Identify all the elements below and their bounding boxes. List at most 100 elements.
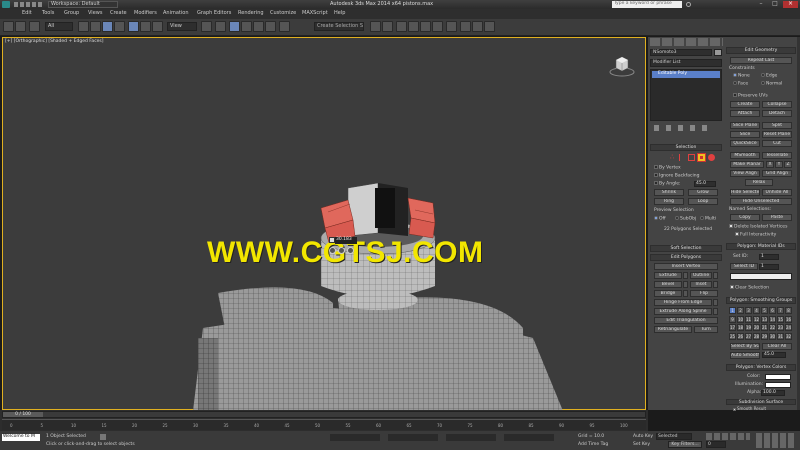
move-icon[interactable]	[128, 21, 139, 32]
quick-access-icons[interactable]	[14, 2, 44, 7]
planar-y-button[interactable]: Y	[775, 161, 783, 168]
time-slider-handle[interactable]: 0 / 100	[3, 412, 43, 417]
tessellate-button[interactable]: Tessellate	[762, 152, 792, 159]
loop-button[interactable]: Loop	[688, 198, 718, 205]
insert-vertex-button[interactable]: Insert Vertex	[654, 263, 718, 270]
by-angle-checkbox[interactable]: By Angle:	[654, 181, 681, 187]
smoothing-group-18[interactable]: 18	[737, 324, 744, 331]
menu-views[interactable]: Views	[88, 10, 102, 16]
constraint-edge-radio[interactable]: Edge	[761, 73, 777, 79]
curve-editor-icon[interactable]	[420, 21, 431, 32]
rotate-icon[interactable]	[140, 21, 151, 32]
grid-align-button[interactable]: Grid Align	[762, 170, 792, 177]
smoothing-group-28[interactable]: 28	[753, 332, 760, 340]
rect-selection-icon[interactable]	[102, 21, 113, 32]
smoothing-group-16[interactable]: 16	[785, 315, 792, 323]
object-name-field[interactable]: NSomoto3	[650, 49, 712, 56]
msmooth-button[interactable]: MSmooth	[730, 152, 760, 159]
planar-x-button[interactable]: X	[766, 161, 774, 168]
graphite-toggle-icon[interactable]	[408, 21, 419, 32]
render-production-icon[interactable]	[484, 21, 495, 32]
smoothing-group-15[interactable]: 15	[777, 315, 784, 323]
pivot-center-icon[interactable]	[201, 21, 212, 32]
piston-mesh-model[interactable]	[3, 38, 647, 411]
subobject-edge-icon[interactable]	[679, 154, 686, 161]
select-object-icon[interactable]	[78, 21, 89, 32]
smoothing-group-26[interactable]: 26	[737, 332, 744, 340]
material-name-dropdown[interactable]	[730, 273, 792, 280]
smoothing-group-27[interactable]: 27	[745, 332, 752, 340]
set-key-button[interactable]: Set Key	[633, 442, 650, 447]
ignore-backfacing-checkbox[interactable]: Ignore Backfacing	[654, 173, 699, 179]
maximize-button[interactable]: □	[769, 1, 781, 8]
rendered-frame-window-icon[interactable]	[472, 21, 483, 32]
perspective-viewport[interactable]: [+] [Orthographic] [Shaded + Edged Faces…	[2, 37, 647, 411]
smoothing-group-17[interactable]: 17	[729, 324, 736, 331]
subobject-polygon-icon[interactable]	[697, 153, 706, 162]
unhide-all-button[interactable]: Unhide All	[762, 189, 792, 196]
render-setup-icon[interactable]	[460, 21, 471, 32]
track-bar[interactable]: 0 5 10 15 20 25 30 35 40 45 50 55 60 65 70 75 80 85 90 95 10…	[2, 419, 646, 430]
menu-tools[interactable]: Tools	[42, 10, 54, 16]
extrude-spline-settings-button[interactable]	[713, 308, 718, 315]
inset-settings-button[interactable]	[713, 281, 718, 288]
by-vertex-checkbox[interactable]: By Vertex	[654, 165, 681, 171]
smoothing-group-7[interactable]: 7	[777, 307, 784, 314]
menu-group[interactable]: Group	[64, 10, 79, 16]
current-frame-field[interactable]: 0	[706, 441, 726, 448]
smoothing-group-5[interactable]: 5	[761, 307, 768, 314]
slice-button[interactable]: Slice	[730, 131, 760, 138]
app-logo-icon[interactable]	[2, 1, 10, 8]
paste-button[interactable]: Paste	[762, 214, 792, 221]
hide-selected-button[interactable]: Hide Selected	[730, 189, 760, 196]
menu-modifiers[interactable]: Modifiers	[134, 10, 157, 16]
relax-button[interactable]: Relax	[745, 179, 773, 186]
planar-z-button[interactable]: Z	[784, 161, 792, 168]
grow-button[interactable]: Grow	[688, 189, 718, 196]
reference-coordinate-dropdown[interactable]: View	[167, 22, 197, 31]
smoothing-group-14[interactable]: 14	[769, 315, 776, 323]
flip-button[interactable]: Flip	[690, 290, 718, 297]
bridge-button[interactable]: Bridge	[654, 290, 682, 297]
smoothing-group-30[interactable]: 30	[769, 332, 776, 340]
detach-button[interactable]: Detach	[762, 110, 792, 117]
select-by-sg-button[interactable]: Select By SG	[730, 343, 760, 350]
outline-settings-button[interactable]	[713, 272, 718, 279]
create-button[interactable]: Create	[730, 101, 760, 108]
key-filters-button[interactable]: Key Filters...	[668, 441, 702, 448]
smoothing-group-31[interactable]: 31	[777, 332, 784, 340]
spinner-snap-icon[interactable]	[265, 21, 276, 32]
workspace-dropdown[interactable]: Workspace: Default	[48, 1, 118, 8]
stack-tools-row[interactable]	[654, 125, 714, 131]
smoothing-group-24[interactable]: 24	[785, 324, 792, 331]
extrude-along-spline-button[interactable]: Extrude Along Spline	[654, 308, 712, 315]
auto-smooth-spinner[interactable]: 45.0	[762, 352, 786, 358]
extrude-settings-button[interactable]	[683, 272, 688, 279]
viewport-nav-controls[interactable]	[756, 433, 796, 448]
extrude-button[interactable]: Extrude	[654, 272, 682, 279]
inset-button[interactable]: Inset	[690, 281, 712, 288]
subobject-border-icon[interactable]	[688, 154, 695, 161]
playback-controls[interactable]	[706, 433, 750, 440]
caddy-ok-icon[interactable]	[329, 247, 336, 254]
angle-snap-icon[interactable]	[241, 21, 252, 32]
lock-icon[interactable]	[100, 434, 106, 440]
layer-manager-icon[interactable]	[396, 21, 407, 32]
smoothing-group-3[interactable]: 3	[745, 307, 752, 314]
soft-selection-rollout-header[interactable]: Soft Selection	[650, 245, 722, 252]
edit-geometry-rollout-header[interactable]: Edit Geometry	[726, 47, 796, 54]
split-button[interactable]: Split	[762, 122, 792, 129]
reset-plane-button[interactable]: Reset Plane	[762, 131, 792, 138]
undo-icon[interactable]	[3, 21, 14, 32]
schematic-view-icon[interactable]	[432, 21, 443, 32]
select-id-button[interactable]: Select ID	[730, 263, 758, 270]
menu-graph-editors[interactable]: Graph Editors	[197, 10, 231, 16]
menu-customize[interactable]: Customize	[270, 10, 296, 16]
caddy-apply-icon[interactable]	[338, 247, 345, 254]
smooth-result-checkbox[interactable]: Smooth Result	[733, 406, 766, 411]
set-id-spinner[interactable]: 1	[759, 254, 779, 260]
material-editor-icon[interactable]	[446, 21, 457, 32]
auto-key-button[interactable]: Auto Key	[633, 434, 653, 439]
illumination-swatch[interactable]	[765, 382, 791, 388]
menu-rendering[interactable]: Rendering	[238, 10, 264, 16]
